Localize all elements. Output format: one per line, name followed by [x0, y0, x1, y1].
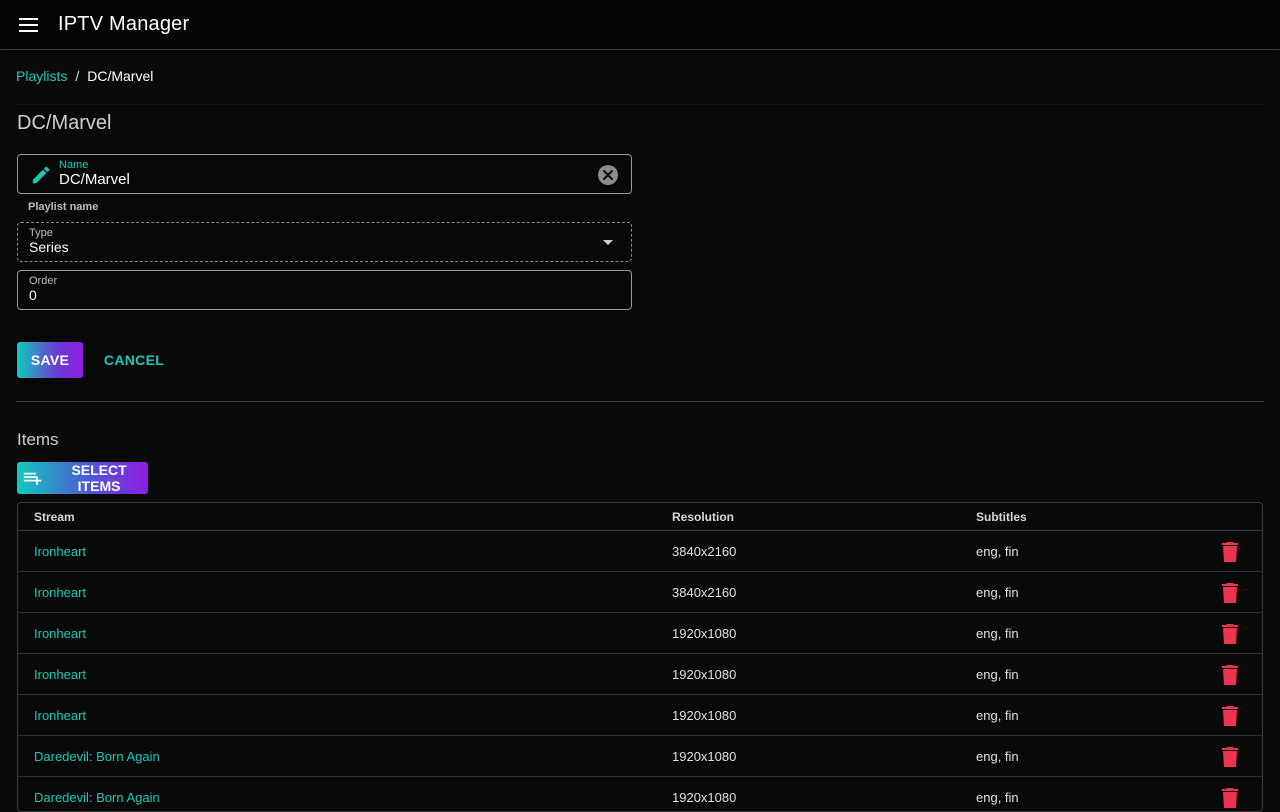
trash-icon[interactable]	[1221, 788, 1239, 808]
items-title: Items	[17, 430, 59, 449]
stream-link[interactable]: Ironheart	[34, 544, 86, 559]
stream-link[interactable]: Daredevil: Born Again	[34, 749, 160, 764]
order-label: Order	[29, 275, 58, 287]
select-items-label: SELECT ITEMS	[71, 462, 127, 494]
order-value: 0	[29, 287, 37, 303]
divider	[16, 401, 1264, 402]
playlist-add-icon	[23, 472, 42, 486]
resolution-cell: 1920x1080	[672, 749, 737, 764]
type-value: Series	[29, 239, 69, 255]
name-hint: Playlist name	[28, 201, 99, 213]
stream-link[interactable]: Daredevil: Born Again	[34, 790, 160, 805]
stream-link[interactable]: Ironheart	[34, 626, 86, 641]
resolution-cell: 1920x1080	[672, 708, 737, 723]
order-field[interactable]: Order 0	[17, 270, 632, 310]
clear-icon[interactable]	[598, 165, 618, 185]
type-select[interactable]: Type Series	[17, 222, 632, 262]
caret-down-icon	[603, 240, 613, 245]
subtitles-cell: eng, fin	[976, 585, 1019, 600]
stream-link[interactable]: Ironheart	[34, 585, 86, 600]
stream-link[interactable]: Ironheart	[34, 708, 86, 723]
stream-link[interactable]: Ironheart	[34, 667, 86, 682]
breadcrumb-playlists-link[interactable]: Playlists	[16, 68, 67, 84]
name-field[interactable]: Name DC/Marvel	[17, 154, 632, 194]
table-row: Ironheart 1920x1080 eng, fin	[18, 654, 1262, 695]
table-row: Daredevil: Born Again 1920x1080 eng, fin	[18, 736, 1262, 777]
type-label: Type	[29, 227, 53, 239]
resolution-cell: 3840x2160	[672, 585, 737, 600]
name-label: Name	[59, 159, 89, 171]
items-table: Stream Resolution Subtitles Ironheart 38…	[17, 502, 1263, 812]
subtitles-cell: eng, fin	[976, 626, 1019, 641]
trash-icon[interactable]	[1221, 542, 1239, 562]
menu-icon[interactable]	[17, 13, 41, 37]
resolution-cell: 3840x2160	[672, 544, 737, 559]
column-resolution: Resolution	[672, 510, 734, 524]
breadcrumb-separator: /	[75, 68, 80, 84]
subtitles-cell: eng, fin	[976, 544, 1019, 559]
playlist-form-card: DC/Marvel Name DC/Marvel Playlist name T…	[16, 104, 1264, 404]
app-title: IPTV Manager	[58, 13, 190, 35]
page-title: DC/Marvel	[17, 112, 112, 134]
breadcrumb: Playlists / DC/Marvel	[16, 68, 153, 84]
subtitles-cell: eng, fin	[976, 667, 1019, 682]
table-row: Ironheart 3840x2160 eng, fin	[18, 572, 1262, 613]
pencil-icon	[32, 166, 50, 184]
table-header: Stream Resolution Subtitles	[18, 503, 1262, 531]
resolution-cell: 1920x1080	[672, 790, 737, 805]
cancel-button[interactable]: CANCEL	[99, 342, 169, 378]
subtitles-cell: eng, fin	[976, 790, 1019, 805]
save-button[interactable]: SAVE	[17, 342, 83, 378]
trash-icon[interactable]	[1221, 624, 1239, 644]
trash-icon[interactable]	[1221, 706, 1239, 726]
table-row: Ironheart 1920x1080 eng, fin	[18, 613, 1262, 654]
resolution-cell: 1920x1080	[672, 626, 737, 641]
table-row: Ironheart 3840x2160 eng, fin	[18, 531, 1262, 572]
trash-icon[interactable]	[1221, 665, 1239, 685]
table-row: Ironheart 1920x1080 eng, fin	[18, 695, 1262, 736]
resolution-cell: 1920x1080	[672, 667, 737, 682]
breadcrumb-current: DC/Marvel	[87, 68, 154, 84]
app-bar: IPTV Manager	[0, 0, 1280, 50]
subtitles-cell: eng, fin	[976, 749, 1019, 764]
trash-icon[interactable]	[1221, 747, 1239, 767]
column-subtitles: Subtitles	[976, 510, 1027, 524]
table-row: Daredevil: Born Again 1920x1080 eng, fin	[18, 777, 1262, 811]
column-stream: Stream	[34, 510, 75, 524]
name-value: DC/Marvel	[59, 171, 130, 188]
subtitles-cell: eng, fin	[976, 708, 1019, 723]
trash-icon[interactable]	[1221, 583, 1239, 603]
select-items-button[interactable]: SELECT ITEMS	[17, 462, 148, 494]
